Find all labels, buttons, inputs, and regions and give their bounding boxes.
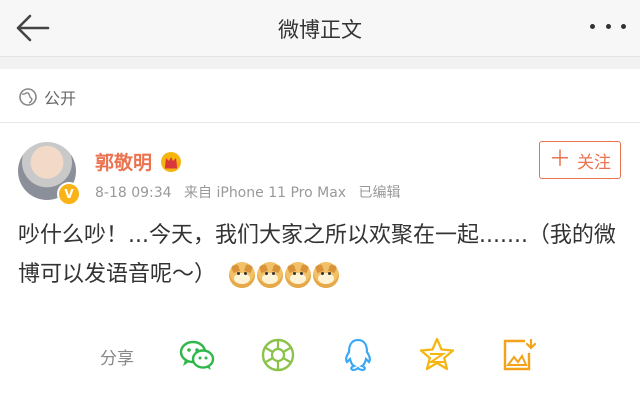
follow-label: 关注 xyxy=(577,152,611,173)
post-meta: 8-18 09:34 来自 iPhone 11 Pro Max 已编辑 xyxy=(95,182,409,202)
doge-emoji-icon xyxy=(229,262,256,288)
top-navigation-bar: 微博正文 xyxy=(0,0,640,57)
more-dot-icon xyxy=(605,24,611,29)
more-options-button[interactable] xyxy=(590,24,626,34)
crown-icon xyxy=(161,151,182,172)
author-name[interactable]: 郭敬明 xyxy=(95,148,152,175)
edited-label[interactable]: 已编辑 xyxy=(359,185,401,201)
qq-icon[interactable] xyxy=(338,335,378,375)
post-date: 8-18 09:34 xyxy=(95,185,172,201)
save-image-icon[interactable] xyxy=(497,335,537,375)
section-gap xyxy=(0,57,640,69)
more-dot-icon xyxy=(590,24,595,29)
doge-emoji-icon xyxy=(285,262,312,288)
wechat-icon[interactable] xyxy=(177,335,217,375)
visibility-status: 公开 xyxy=(18,86,76,108)
follow-button[interactable]: ＋ 关注 xyxy=(539,141,621,179)
page-title: 微博正文 xyxy=(278,18,362,42)
doge-emoji-icon xyxy=(257,262,284,288)
qzone-icon[interactable] xyxy=(417,335,457,375)
doge-emoji-icon xyxy=(313,262,340,288)
plus-icon: ＋ xyxy=(548,147,571,172)
emoji-group xyxy=(229,262,341,288)
post-source: 来自 iPhone 11 Pro Max xyxy=(184,185,347,201)
moments-icon[interactable] xyxy=(258,335,298,375)
share-label: 分享 xyxy=(100,349,134,369)
share-bar: 分享 xyxy=(0,330,640,380)
globe-icon xyxy=(19,88,37,106)
post-content: 吵什么吵！...今天，我们大家之所以欢聚在一起.......（我的微博可以发语音… xyxy=(18,216,622,294)
more-dot-icon xyxy=(621,24,626,29)
visibility-label: 公开 xyxy=(44,89,77,108)
verified-badge-icon: V xyxy=(57,182,81,206)
divider xyxy=(0,122,640,123)
author-name-row: 郭敬明 xyxy=(95,148,182,175)
